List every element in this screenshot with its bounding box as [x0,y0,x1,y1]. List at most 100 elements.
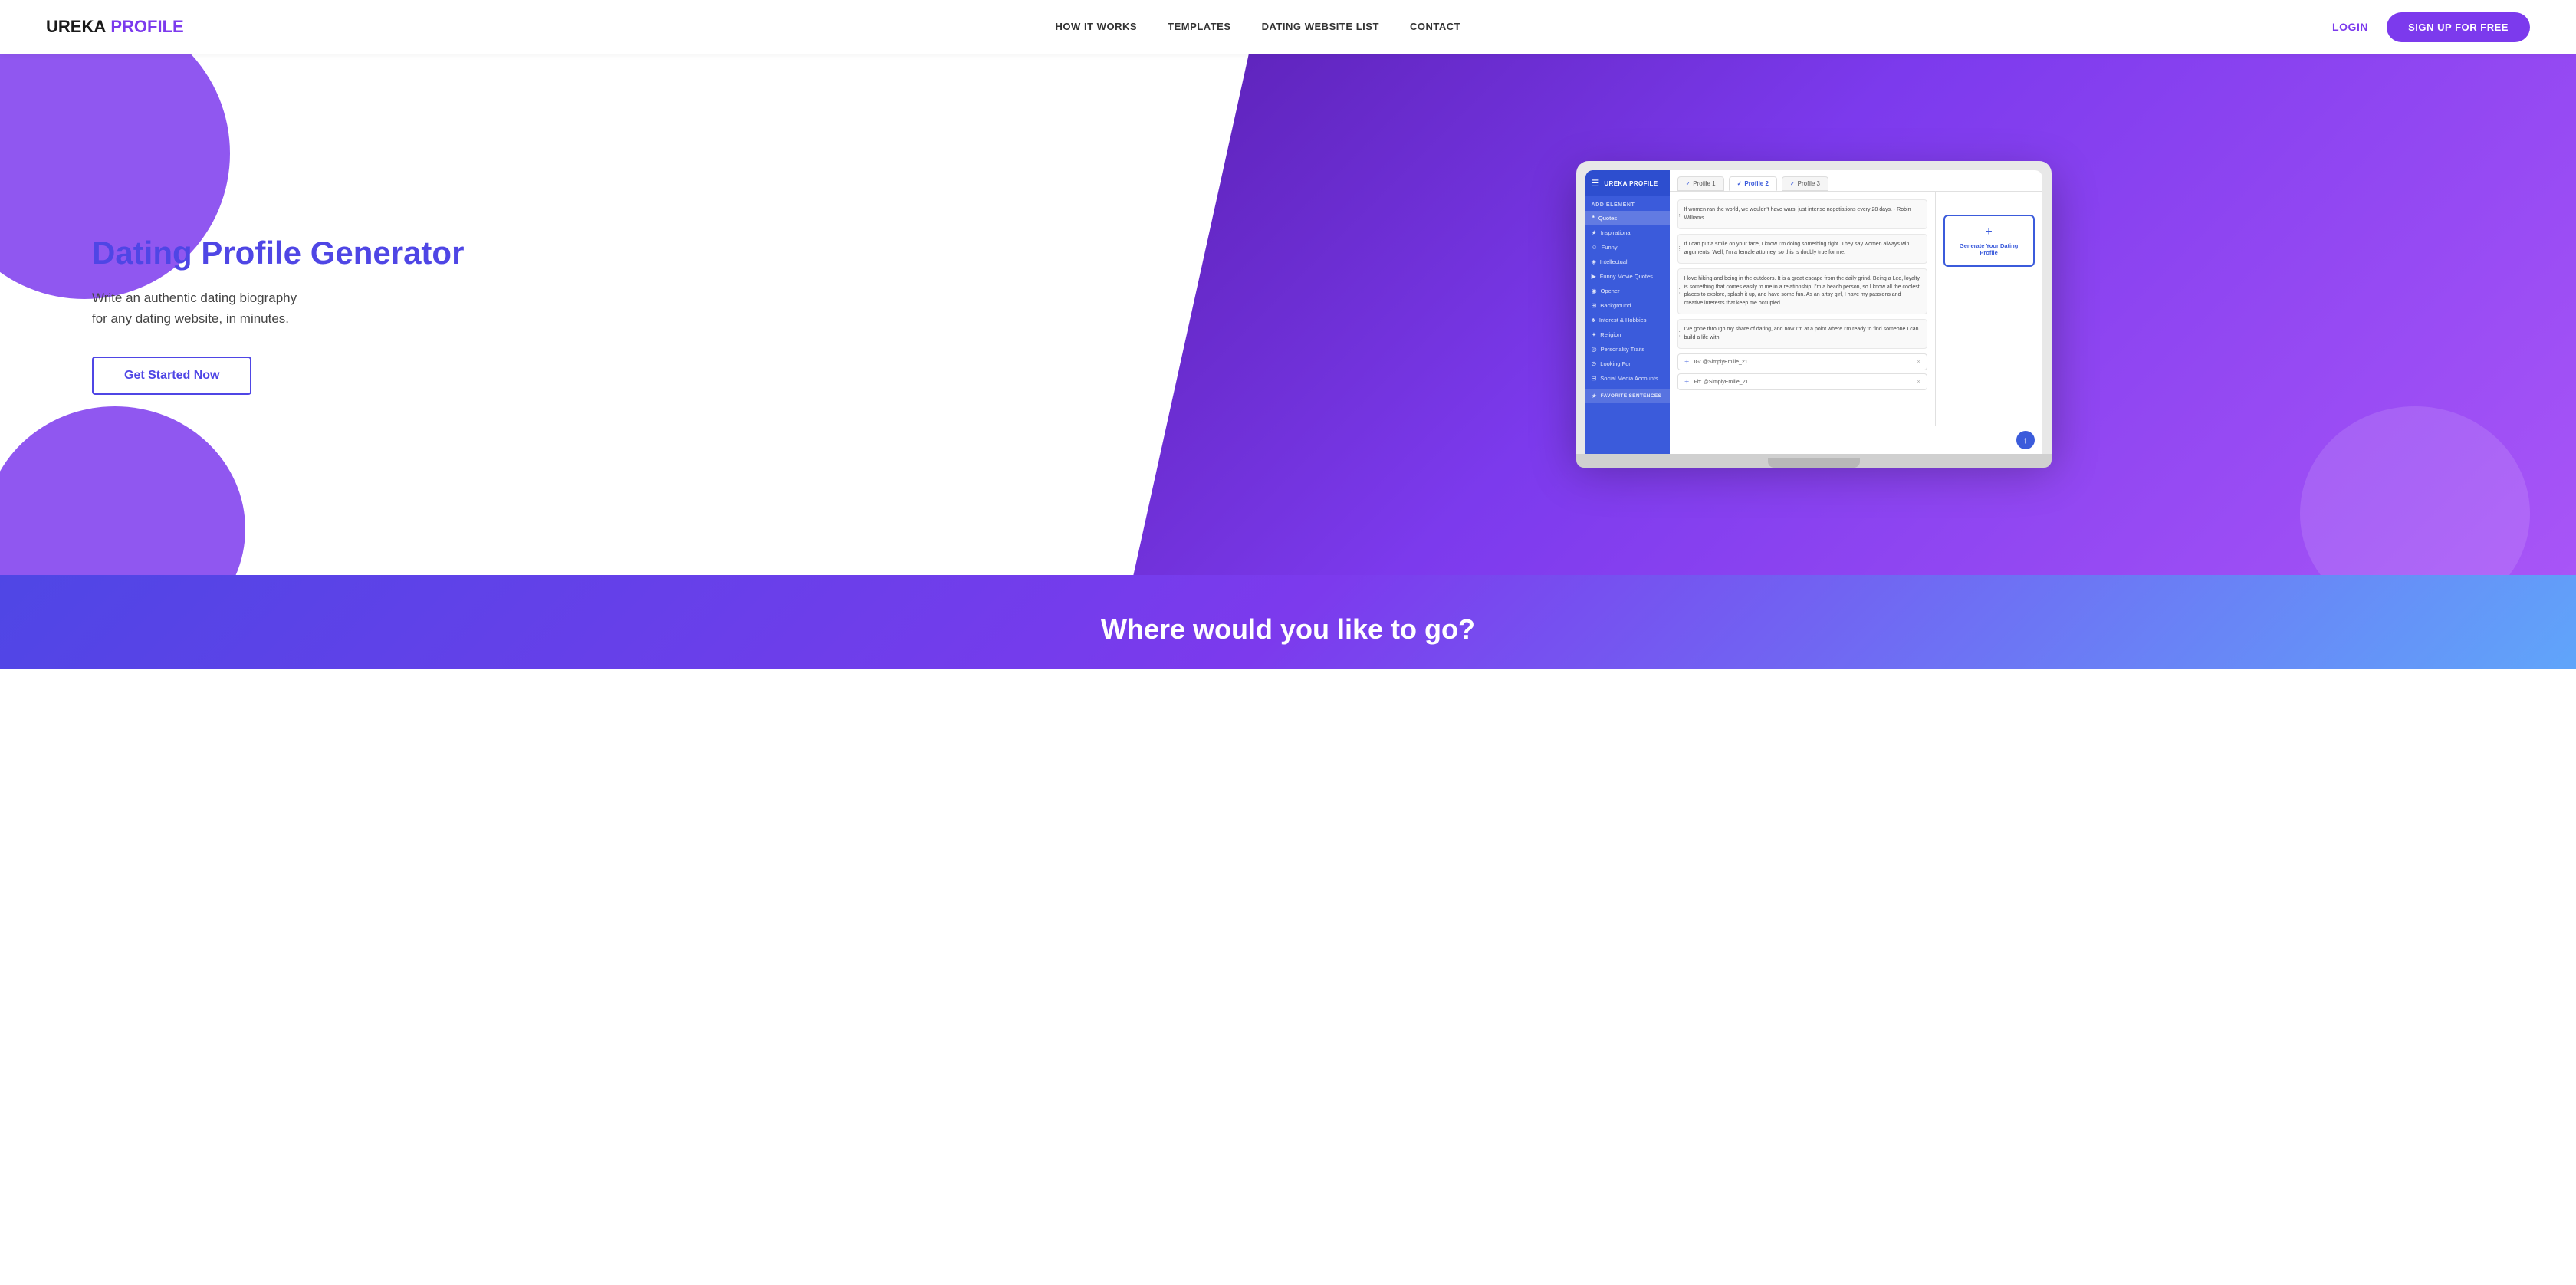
nav-templates[interactable]: TEMPLATES [1168,21,1230,32]
tab-profile-1-label: Profile 1 [1693,180,1715,187]
tab-profile-1[interactable]: ✓ Profile 1 [1677,176,1724,191]
intellectual-icon: ◈ [1592,258,1596,265]
sidebar-label-quotes: Quotes [1598,215,1617,222]
app-tabs: ✓ Profile 1 ✓ Profile 2 ✓ Profile 3 [1670,170,2042,192]
personality-icon: ◎ [1592,346,1597,353]
sidebar-label-personality: Personality Traits [1601,346,1645,353]
generate-panel: + Generate Your Dating Profile [1935,192,2042,426]
generate-label: Generate Your Dating Profile [1953,242,2026,256]
opener-icon: ◉ [1592,288,1597,294]
interests-icon: ♣ [1592,317,1595,324]
sidebar-label-intellectual: Intellectual [1600,258,1628,265]
laptop-wrapper: ☰ UREKA PROFILE ADD ELEMENT ❝ Quotes ★ I… [1576,161,2052,468]
tab-profile-3-label: Profile 3 [1798,180,1820,187]
sidebar-label-funny: Funny [1602,244,1618,251]
nav-dating-website-list[interactable]: DATING WEBSITE LIST [1262,21,1379,32]
quotes-icon: ❝ [1592,215,1595,222]
bottom-section: Where would you like to go? [0,575,2576,669]
social-media-icon: ⊟ [1592,375,1597,382]
favorites-icon: ★ [1592,393,1597,399]
inspirational-icon: ★ [1592,229,1597,236]
movie-icon: ▶ [1592,273,1596,280]
sidebar-header: ☰ UREKA PROFILE [1585,170,1670,196]
logo-link[interactable]: UREKA PROFILE [46,17,184,37]
add-fb-icon: ＋ [1684,378,1690,386]
looking-for-icon: ⊙ [1592,360,1597,367]
laptop-inner: ☰ UREKA PROFILE ADD ELEMENT ❝ Quotes ★ I… [1585,170,2042,454]
sidebar-item-inspirational[interactable]: ★ Inspirational [1585,225,1670,240]
text-block-4: ⋮ I've gone through my share of dating, … [1677,319,1927,349]
tab-profile-3[interactable]: ✓ Profile 3 [1782,176,1829,191]
text-block-1: ⋮ If women ran the world, we wouldn't ha… [1677,199,1927,229]
remove-fb-icon[interactable]: × [1917,380,1920,385]
sidebar-item-background[interactable]: ⊞ Background [1585,298,1670,313]
drag-handle-1: ⋮ [1677,210,1683,219]
hero-mockup: ☰ UREKA PROFILE ADD ELEMENT ❝ Quotes ★ I… [1082,138,2576,491]
drag-handle-3: ⋮ [1677,287,1683,296]
logo-profile: PROFILE [110,17,183,37]
sidebar-item-intellectual[interactable]: ◈ Intellectual [1585,255,1670,269]
nav-how-it-works[interactable]: HOW IT WORKS [1056,21,1138,32]
drag-handle-4: ⋮ [1677,330,1683,339]
laptop-screen: ☰ UREKA PROFILE ADD ELEMENT ❝ Quotes ★ I… [1576,161,2052,454]
sidebar-label-funny-movie-quotes: Funny Movie Quotes [1600,273,1653,280]
hero-content: Dating Profile Generator Write an authen… [0,188,1082,442]
hero-section: Dating Profile Generator Write an authen… [0,54,2576,575]
background-icon: ⊞ [1592,302,1597,309]
sidebar-label-favorites: FAVORITE SENTENCES [1601,393,1661,399]
sidebar-item-funny-movie-quotes[interactable]: ▶ Funny Movie Quotes [1585,269,1670,284]
sidebar-label-inspirational: Inspirational [1601,229,1631,236]
sidebar-label-opener: Opener [1601,288,1620,294]
generate-button-mock[interactable]: + Generate Your Dating Profile [1944,215,2035,267]
social-input-fb[interactable]: ＋ Fb: @SimplyEmilie_21 × [1677,373,1927,390]
navbar: UREKA PROFILE HOW IT WORKS TEMPLATES DAT… [0,0,2576,54]
sidebar-label-background: Background [1600,302,1631,309]
sidebar-label-social-media: Social Media Accounts [1600,375,1658,382]
hero-title: Dating Profile Generator [92,234,1051,272]
sidebar-item-looking-for[interactable]: ⊙ Looking For [1585,357,1670,371]
drag-handle-2: ⋮ [1677,245,1683,254]
scroll-up-button[interactable]: ↑ [2016,431,2035,449]
remove-ig-icon[interactable]: × [1917,360,1920,365]
app-editor[interactable]: ⋮ If women ran the world, we wouldn't ha… [1670,192,1935,426]
app-main: ✓ Profile 1 ✓ Profile 2 ✓ Profile 3 [1670,170,2042,454]
text-block-2: ⋮ If I can put a smile on your face, I k… [1677,234,1927,264]
sidebar-label-looking-for: Looking For [1600,360,1631,367]
sidebar-item-social-media[interactable]: ⊟ Social Media Accounts [1585,371,1670,386]
religion-icon: ✦ [1592,331,1597,338]
app-footer: ↑ [1670,426,2042,454]
tab-profile-2-label: Profile 2 [1744,180,1769,187]
sidebar-section-label: ADD ELEMENT [1585,196,1670,211]
social-input-ig[interactable]: ＋ IG: @SimplyEmilie_21 × [1677,353,1927,370]
laptop-base [1576,454,2052,468]
sidebar-label-religion: Religion [1600,331,1621,338]
fb-placeholder: Fb: @SimplyEmilie_21 [1694,380,1749,385]
logo-ureka: UREKA [46,17,106,37]
get-started-button[interactable]: Get Started Now [92,357,251,395]
sidebar-label-interests: Interest & Hobbies [1599,317,1647,324]
nav-links: HOW IT WORKS TEMPLATES DATING WEBSITE LI… [1056,20,1461,34]
sidebar-item-religion[interactable]: ✦ Religion [1585,327,1670,342]
funny-icon: ☺ [1592,244,1598,251]
text-block-3: ⋮ I love hiking and being in the outdoor… [1677,268,1927,314]
ig-placeholder: IG: @SimplyEmilie_21 [1694,360,1748,365]
sidebar-item-funny[interactable]: ☺ Funny [1585,240,1670,255]
bottom-title: Where would you like to go? [0,613,2576,646]
signup-button[interactable]: SIGN UP FOR FREE [2387,12,2530,42]
tab-profile-2[interactable]: ✓ Profile 2 [1729,176,1777,191]
sidebar-item-favorites[interactable]: ★ FAVORITE SENTENCES [1585,389,1670,403]
login-button[interactable]: LOGIN [2332,21,2368,33]
app-sidebar: ☰ UREKA PROFILE ADD ELEMENT ❝ Quotes ★ I… [1585,170,1670,454]
sidebar-item-quotes[interactable]: ❝ Quotes [1585,211,1670,225]
sidebar-item-personality[interactable]: ◎ Personality Traits [1585,342,1670,357]
nav-right: LOGIN SIGN UP FOR FREE [2332,12,2530,42]
hero-subtitle: Write an authentic dating biography for … [92,288,1051,329]
add-ig-icon: ＋ [1684,358,1690,366]
app-body: ⋮ If women ran the world, we wouldn't ha… [1670,192,2042,426]
sidebar-item-interests[interactable]: ♣ Interest & Hobbies [1585,313,1670,327]
sidebar-item-opener[interactable]: ◉ Opener [1585,284,1670,298]
generate-plus-icon: + [1953,225,2026,239]
sidebar-menu-icon: ☰ [1592,178,1600,189]
nav-contact[interactable]: CONTACT [1410,21,1460,32]
sidebar-logo-text: UREKA PROFILE [1604,180,1658,187]
